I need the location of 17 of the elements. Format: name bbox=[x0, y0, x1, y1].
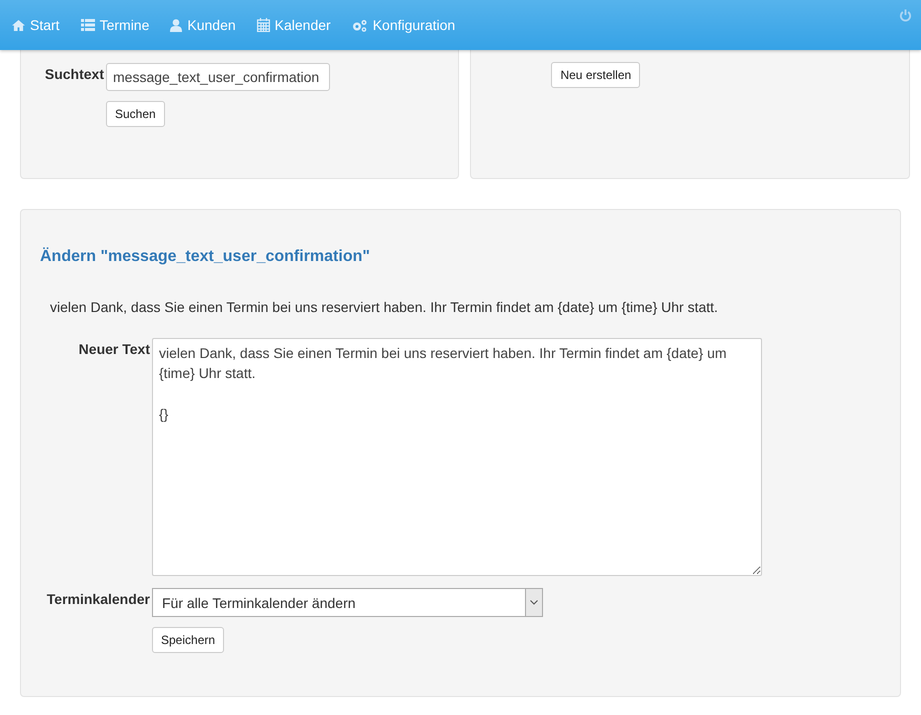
calendar-icon bbox=[256, 18, 270, 32]
create-button[interactable]: Neu erstellen bbox=[551, 62, 640, 88]
save-button[interactable]: Speichern bbox=[152, 627, 224, 653]
new-text-label: Neuer Text bbox=[78, 340, 150, 357]
search-field[interactable]: message_text_user_confirmation bbox=[106, 63, 330, 91]
list-icon bbox=[80, 19, 95, 31]
calendar-label: Terminkalender bbox=[46, 590, 150, 607]
calendar-select[interactable]: Für alle Terminkalender ändern bbox=[152, 588, 543, 617]
current-text: vielen Dank, dass Sie einen Termin bei uns reserviert haben. Ihr Termin findet am {date} um {time} Uhr statt. bbox=[50, 299, 719, 315]
new-text-field[interactable]: vielen Dank, dass Sie einen Termin bei uns reserviert haben. Ihr Termin findet am {date} um {time} Uhr statt. {} bbox=[152, 338, 762, 576]
home-icon bbox=[12, 20, 25, 30]
edit-title: Ändern "message_text_user_confirmation" bbox=[40, 248, 371, 266]
user-icon bbox=[170, 18, 182, 32]
search-label: Suchtext bbox=[44, 65, 104, 82]
caret-icon bbox=[530, 600, 538, 605]
power-icon[interactable] bbox=[899, 8, 912, 22]
search-button[interactable]: Suchen bbox=[106, 101, 165, 127]
